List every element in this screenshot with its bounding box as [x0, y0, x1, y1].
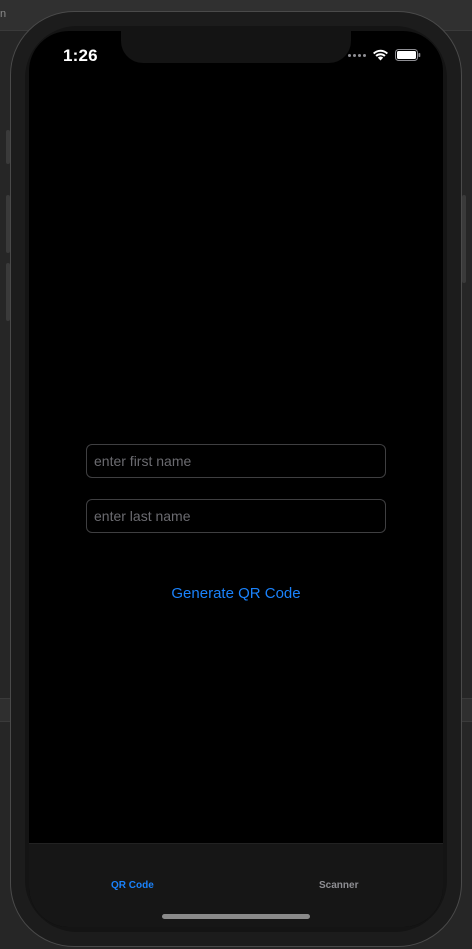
home-indicator[interactable] — [162, 914, 310, 919]
mute-switch — [6, 130, 10, 164]
status-time: 1:26 — [63, 46, 98, 65]
battery-icon — [395, 49, 421, 61]
notch — [121, 31, 351, 63]
toolbar-text: n — [0, 8, 7, 20]
status-indicators — [348, 49, 421, 61]
app-screen: 1:26 Generate QR Code QR Code Scanner — [29, 31, 443, 927]
wifi-icon — [373, 49, 388, 61]
cellular-signal-icon — [348, 53, 366, 57]
generate-qr-code-button[interactable]: Generate QR Code — [29, 584, 443, 603]
volume-down-button — [6, 263, 10, 321]
volume-up-button — [6, 195, 10, 253]
first-name-field[interactable] — [86, 444, 386, 478]
tab-scanner[interactable]: Scanner — [319, 880, 358, 891]
last-name-field[interactable] — [86, 499, 386, 533]
power-button — [462, 195, 466, 283]
tab-qr-code[interactable]: QR Code — [111, 880, 154, 891]
